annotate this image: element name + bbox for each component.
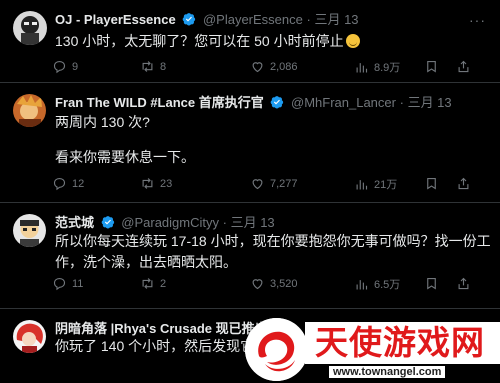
author-name[interactable]: 范式城 bbox=[55, 215, 94, 230]
tweet[interactable]: OJ - PlayerEssence @PlayerEssence · 三月 1… bbox=[0, 0, 500, 83]
retweet-count: 8 bbox=[160, 60, 167, 73]
retweet-count: 2 bbox=[160, 277, 167, 290]
retweet-button[interactable]: 8 bbox=[140, 59, 166, 74]
views-count: 6.5万 bbox=[374, 279, 401, 291]
avatar[interactable] bbox=[13, 320, 46, 353]
reply-button[interactable]: 9 bbox=[52, 59, 78, 74]
like-icon bbox=[252, 62, 263, 73]
watermark-brand: 天使游戏网 bbox=[315, 323, 485, 362]
tweet-text-line: 看来你需要休息一下。 bbox=[55, 149, 195, 165]
author-handle[interactable]: @PlayerEssence bbox=[203, 12, 303, 27]
views-icon bbox=[356, 279, 368, 289]
like-button[interactable]: 2,086 bbox=[250, 59, 298, 74]
like-count: 7,277 bbox=[270, 177, 298, 190]
reply-icon bbox=[53, 277, 66, 291]
tweet-text-line: 两周内 130 次? bbox=[55, 114, 150, 130]
tweet-header: 范式城 @ParadigmCityy · 三月 13 bbox=[55, 215, 275, 231]
avatar[interactable] bbox=[13, 214, 46, 247]
retweet-icon bbox=[142, 61, 153, 72]
separator-dot: · bbox=[306, 12, 311, 27]
views-button[interactable]: 8.9万 bbox=[354, 59, 400, 75]
like-count: 3,520 bbox=[270, 277, 298, 290]
bookmark-button[interactable] bbox=[424, 276, 439, 291]
reply-button[interactable]: 12 bbox=[52, 176, 84, 191]
like-icon bbox=[252, 279, 263, 290]
like-icon bbox=[252, 179, 263, 190]
retweet-icon bbox=[142, 178, 153, 189]
author-handle[interactable]: @MhFran_Lancer bbox=[291, 95, 396, 110]
tweet-header: OJ - PlayerEssence @PlayerEssence · 三月 1… bbox=[55, 12, 359, 28]
verified-badge-icon bbox=[101, 216, 114, 229]
author-name[interactable]: Fran The WILD #Lance 首席执行官 bbox=[55, 95, 264, 110]
avatar[interactable] bbox=[13, 11, 47, 45]
tweet-date[interactable]: 三月 13 bbox=[314, 12, 358, 27]
like-button[interactable]: 3,520 bbox=[250, 276, 298, 291]
tweet-date[interactable]: 三月 13 bbox=[231, 215, 275, 230]
views-button[interactable]: 6.5万 bbox=[354, 276, 400, 292]
tweet-text: 130 小时，太无聊了？您可以在 50 小时前停止 bbox=[55, 31, 360, 52]
more-icon[interactable]: ··· bbox=[469, 12, 486, 28]
author-name[interactable]: 阴暗角落 |Rhya's Crusade 现已推出 bbox=[55, 321, 268, 336]
smile-emoji-icon bbox=[345, 34, 360, 48]
retweet-button[interactable]: 2 bbox=[140, 276, 166, 291]
share-button[interactable] bbox=[456, 59, 471, 74]
bookmark-icon bbox=[427, 277, 436, 290]
retweet-icon bbox=[142, 278, 153, 289]
retweet-count: 23 bbox=[160, 177, 173, 190]
tweet-header: 阴暗角落 |Rhya's Crusade 现已推出 bbox=[55, 321, 268, 337]
reply-icon bbox=[53, 60, 66, 74]
tweet-text-line: 130 小时，太无聊了？您可以在 50 小时前停止 bbox=[55, 33, 344, 49]
like-button[interactable]: 7,277 bbox=[250, 176, 298, 191]
views-icon bbox=[356, 179, 368, 189]
like-count: 2,086 bbox=[270, 60, 298, 73]
verified-badge-icon bbox=[183, 13, 196, 26]
tweet[interactable]: 范式城 @ParadigmCityy · 三月 13 所以你每天连续玩 17-1… bbox=[0, 203, 500, 309]
reply-icon bbox=[53, 177, 66, 191]
bookmark-button[interactable] bbox=[424, 176, 439, 191]
separator-dot: · bbox=[222, 215, 227, 230]
tweet-header: Fran The WILD #Lance 首席执行官 @MhFran_Lance… bbox=[55, 95, 452, 111]
reply-count: 11 bbox=[72, 277, 84, 290]
retweet-button[interactable]: 23 bbox=[140, 176, 172, 191]
bookmark-button[interactable] bbox=[424, 59, 439, 74]
tweet-date[interactable]: 三月 13 bbox=[408, 95, 452, 110]
reply-button[interactable]: 11 bbox=[52, 276, 83, 291]
tweet-actions: 12 23 7,277 21万 bbox=[52, 176, 492, 194]
watermark-url: www.townangel.com bbox=[329, 366, 446, 378]
tweet-actions: 9 8 2,086 8.9万 bbox=[52, 59, 492, 77]
views-count: 21万 bbox=[374, 179, 398, 191]
author-handle[interactable]: @ParadigmCityy bbox=[121, 215, 219, 230]
share-button[interactable] bbox=[456, 176, 471, 191]
views-count: 8.9万 bbox=[374, 62, 401, 74]
reply-count: 9 bbox=[72, 60, 79, 73]
verified-badge-icon bbox=[271, 96, 284, 109]
tweet-actions: 11 2 3,520 6.5万 bbox=[52, 276, 492, 294]
tweet[interactable]: Fran The WILD #Lance 首席执行官 @MhFran_Lance… bbox=[0, 83, 500, 203]
share-icon bbox=[458, 277, 469, 290]
share-button[interactable] bbox=[456, 276, 471, 291]
author-name[interactable]: OJ - PlayerEssence bbox=[55, 12, 176, 27]
watermark: 天使游戏网 www.townangel.com bbox=[245, 318, 500, 383]
share-icon bbox=[458, 177, 469, 190]
tweet-text: 所以你每天连续玩 17-18 小时，现在你要抱怨你无事可做吗？找一份工作，洗个澡… bbox=[55, 233, 491, 270]
views-icon bbox=[356, 62, 368, 72]
avatar[interactable] bbox=[13, 94, 46, 127]
views-button[interactable]: 21万 bbox=[354, 176, 397, 192]
share-icon bbox=[458, 60, 469, 73]
reply-count: 12 bbox=[72, 177, 85, 190]
bookmark-icon bbox=[427, 60, 436, 73]
watermark-logo bbox=[245, 318, 308, 381]
bookmark-icon bbox=[427, 177, 436, 190]
tweet-text: 两周内 130 次? 看来你需要休息一下。 bbox=[55, 112, 195, 168]
separator-dot: · bbox=[399, 95, 404, 110]
